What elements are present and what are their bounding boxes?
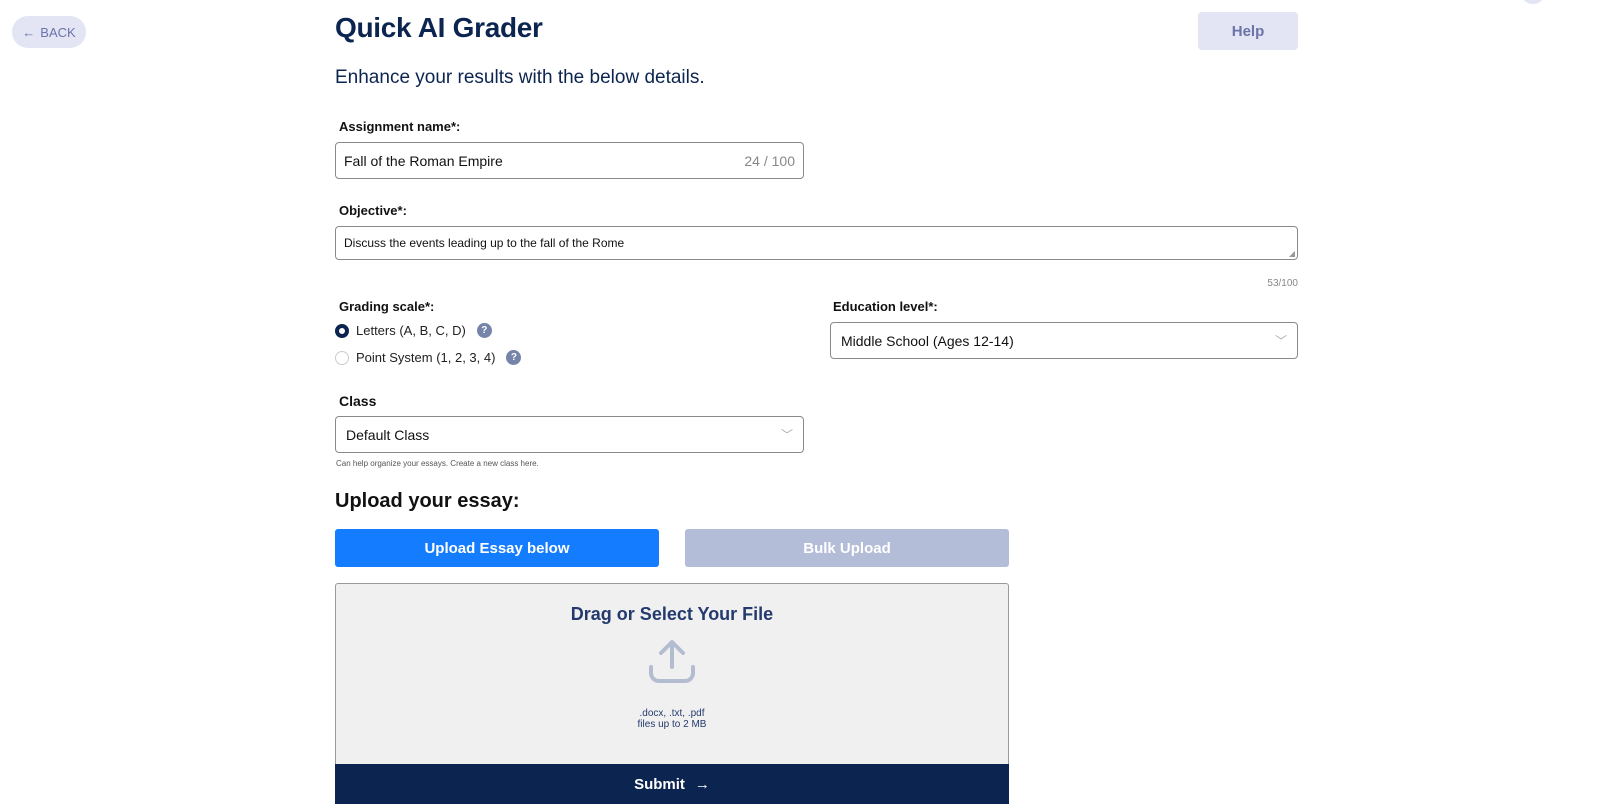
- objective-label: Objective*:: [339, 203, 407, 218]
- assignment-name-input[interactable]: Fall of the Roman Empire 24 / 100: [335, 142, 804, 179]
- arrow-left-icon: ←: [22, 24, 36, 40]
- help-question-icon[interactable]: ?: [476, 323, 492, 338]
- file-drop-zone[interactable]: Drag or Select Your File .docx, .txt, .p…: [335, 583, 1009, 764]
- assignment-label: Assignment name*:: [339, 119, 461, 134]
- radio-button[interactable]: [335, 350, 349, 365]
- objective-textarea[interactable]: Discuss the events leading up to the fal…: [335, 226, 1298, 260]
- class-hint: Can help organize your essays. Create a …: [336, 459, 539, 468]
- file-size-limit: files up to 2 MB: [637, 719, 707, 730]
- upload-essay-tab[interactable]: Upload Essay below: [335, 529, 659, 567]
- resize-handle-icon[interactable]: ◢: [1289, 249, 1295, 258]
- upload-icon: [649, 640, 695, 683]
- radio-letters[interactable]: Letters (A, B, C, D)?: [335, 323, 492, 338]
- objective-value: Discuss the events leading up to the fal…: [344, 236, 625, 250]
- arrow-right-icon: →: [694, 775, 710, 793]
- education-level-select[interactable]: Middle School (Ages 12-14) ﹀: [830, 322, 1298, 359]
- avatar[interactable]: [1522, 0, 1544, 4]
- education-value: Middle School (Ages 12-14): [841, 332, 1014, 349]
- help-question-icon[interactable]: ?: [506, 350, 522, 365]
- radio-button[interactable]: [335, 323, 349, 338]
- radio-points[interactable]: Point System (1, 2, 3, 4)?: [335, 350, 522, 365]
- grading-label: Grading scale*:: [339, 299, 435, 314]
- assignment-counter: 24 / 100: [744, 152, 795, 169]
- class-label: Class: [339, 393, 377, 409]
- submit-button[interactable]: Submit →: [335, 764, 1009, 804]
- page-subtitle: Enhance your results with the below deta…: [335, 67, 705, 88]
- assignment-value: Fall of the Roman Empire: [344, 152, 503, 169]
- radio-label: Letters (A, B, C, D): [356, 323, 466, 338]
- class-value: Default Class: [346, 426, 430, 443]
- drop-title: Drag or Select Your File: [570, 604, 774, 624]
- upload-heading: Upload your essay:: [335, 490, 520, 512]
- chevron-down-icon: ﹀: [1274, 334, 1287, 348]
- back-button[interactable]: ← BACK: [12, 16, 86, 48]
- education-label: Education level*:: [833, 299, 938, 314]
- file-formats: .docx, .txt, .pdf: [639, 708, 705, 719]
- page-title: Quick AI Grader: [335, 12, 543, 43]
- bulk-upload-tab[interactable]: Bulk Upload: [685, 529, 1009, 567]
- help-button[interactable]: Help: [1198, 12, 1298, 50]
- objective-counter: 53/100: [1267, 278, 1298, 289]
- class-select[interactable]: Default Class ﹀: [335, 416, 804, 453]
- radio-label: Point System (1, 2, 3, 4): [356, 350, 496, 365]
- chevron-down-icon: ﹀: [780, 428, 793, 442]
- submit-label: Submit: [634, 775, 685, 793]
